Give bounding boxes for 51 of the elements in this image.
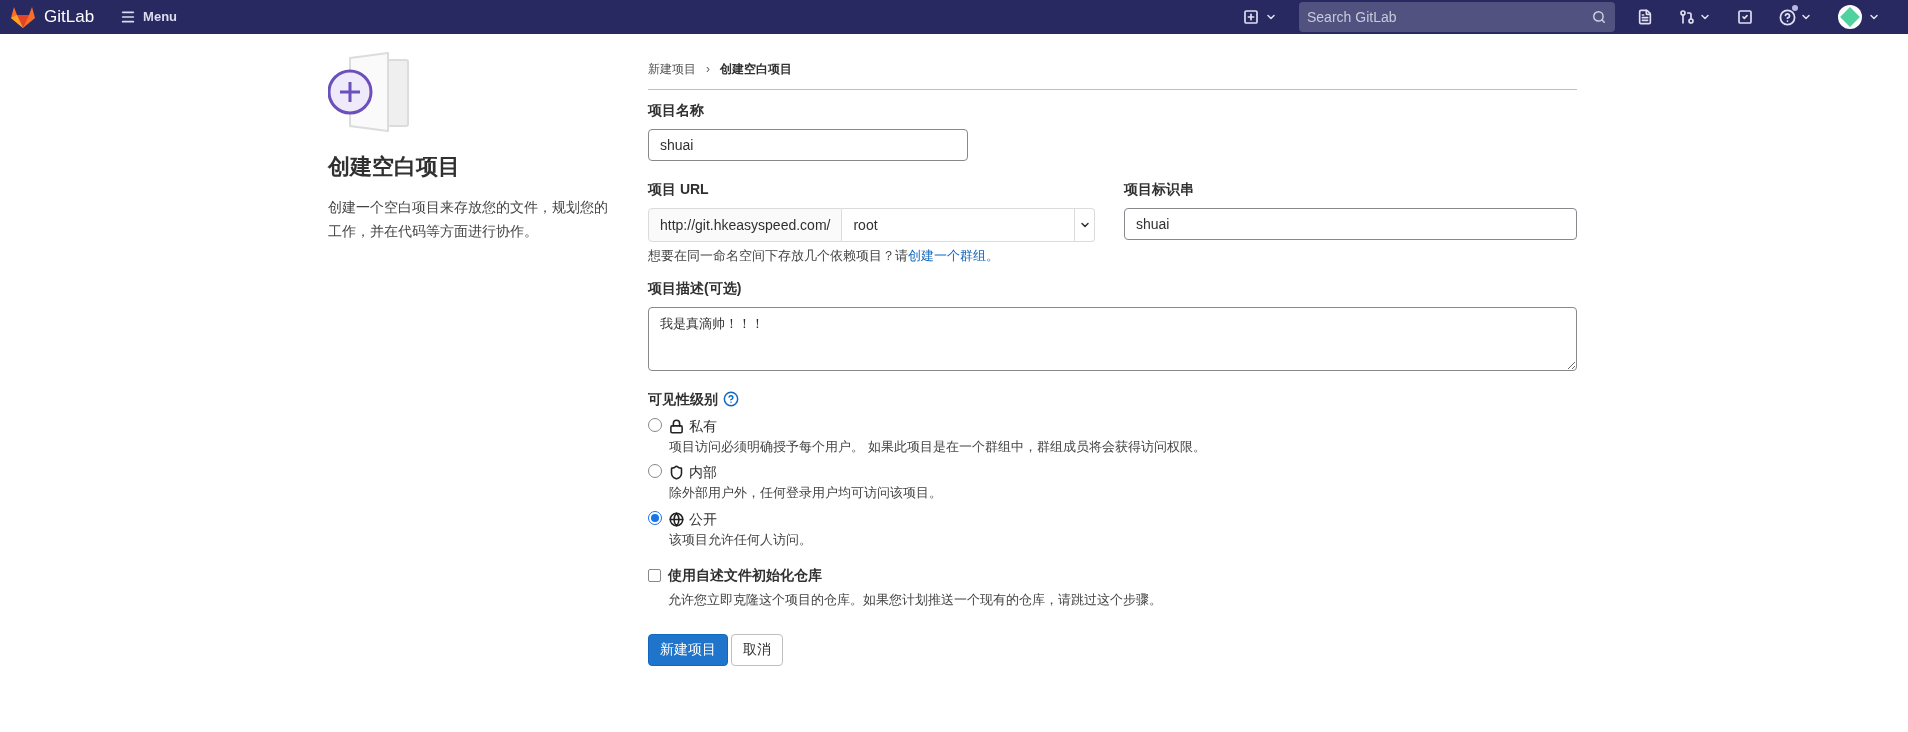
field-label: 项目描述(可选)	[648, 278, 743, 298]
fox-logo-icon	[10, 5, 36, 29]
todo-icon[interactable]	[1737, 9, 1753, 25]
menu-button[interactable]: Menu	[120, 7, 178, 27]
visibility-option-description: 该项目允许任何人访问。	[669, 530, 812, 549]
new-item-dropdown[interactable]	[1243, 9, 1277, 25]
field-label: 可见性级别	[648, 389, 718, 409]
create-project-button[interactable]: 新建项目	[648, 633, 728, 666]
page-description: 创建一个空白项目来存放您的文件，规划您的工作，并在代码等方面进行协作。	[328, 198, 609, 241]
merge-request-icon	[1679, 9, 1695, 25]
readme-checkbox[interactable]	[648, 569, 661, 582]
help-dropdown[interactable]	[1779, 8, 1812, 26]
breadcrumb-link[interactable]: 新建项目	[648, 59, 696, 78]
visibility-option-label: 私有	[689, 416, 717, 436]
field-label: 项目名称	[648, 101, 705, 120]
namespace-select[interactable]: root	[842, 208, 1095, 242]
description-textarea[interactable]: 我是真滴帅！！！	[648, 306, 1577, 371]
radio-button[interactable]	[648, 464, 662, 478]
page-title: 创建空白项目	[328, 153, 461, 181]
visibility-option-label: 公开	[689, 509, 717, 529]
project-slug-input[interactable]: shuai	[1124, 208, 1577, 240]
help-icon	[1779, 8, 1796, 26]
menu-icon	[120, 9, 137, 25]
search-field[interactable]: Search GitLab	[1299, 2, 1615, 32]
help-icon[interactable]	[723, 391, 739, 407]
field-label: 项目标识串	[1124, 180, 1195, 199]
plus-square-icon	[1243, 9, 1259, 25]
namespace-help-text: 想要在同一命名空间下存放几个依赖项目？请创建一个群组。	[648, 247, 1000, 265]
checkbox-label: 使用自述文件初始化仓库	[668, 566, 822, 585]
brand-name[interactable]: GitLab	[44, 4, 95, 30]
lock-icon	[669, 418, 684, 434]
shield-icon	[669, 465, 684, 480]
visibility-option-description: 除外部用户外，任何登录用户均可访问该项目。	[669, 484, 942, 502]
cancel-button[interactable]: 取消	[731, 633, 783, 666]
radio-button[interactable]	[648, 510, 662, 525]
merge-requests-dropdown[interactable]	[1679, 9, 1711, 25]
field-label: 项目 URL	[648, 180, 710, 199]
breadcrumb-link[interactable]: 创建空白项目	[720, 59, 792, 78]
avatar-icon	[1838, 5, 1862, 29]
create-group-link[interactable]: 创建一个群组。	[908, 248, 999, 263]
globe-icon	[669, 511, 684, 527]
radio-button[interactable]	[648, 417, 662, 432]
url-prefix: http://git.hkeasyspeed.com/	[648, 208, 843, 242]
avatar-dropdown[interactable]	[1838, 5, 1880, 29]
breadcrumb-separator: ›	[706, 60, 710, 78]
readme-description: 允许您立即克隆这个项目的仓库。如果您计划推送一个现有的仓库，请跳过这个步骤。	[668, 591, 1163, 609]
search-icon	[1592, 10, 1606, 24]
visibility-option-label: 内部	[689, 463, 717, 482]
issues-icon[interactable]	[1637, 9, 1653, 25]
project-name-input[interactable]: shuai	[648, 129, 968, 161]
visibility-option-description: 项目访问必须明确授予每个用户。 如果此项目是在一个群组中，群组成员将会获得访问权限。	[669, 437, 1206, 456]
